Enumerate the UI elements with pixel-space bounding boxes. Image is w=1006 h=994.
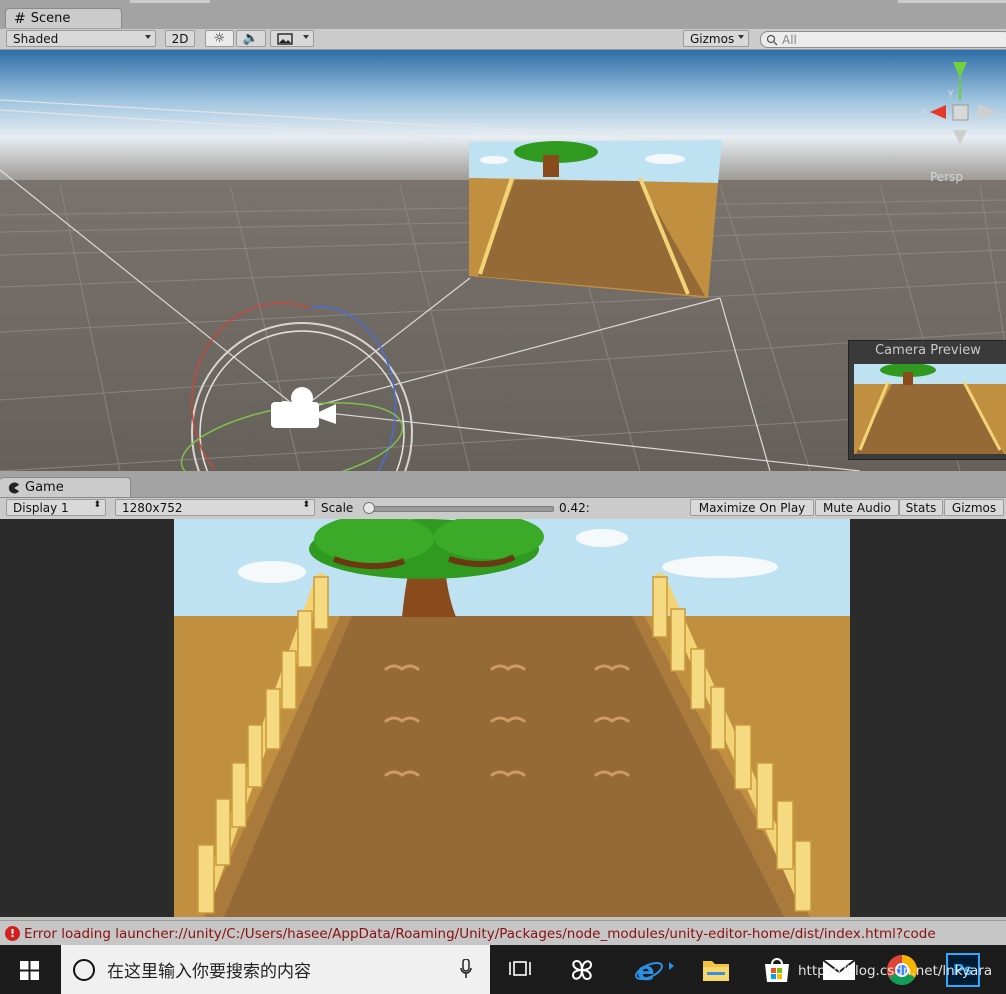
speaker-icon: 🔈	[242, 31, 260, 46]
axis-y-label: y	[948, 88, 954, 98]
camera-preview-image	[854, 364, 1006, 454]
microphone-icon[interactable]	[460, 959, 472, 979]
stats-toggle[interactable]: Stats	[899, 499, 943, 516]
mode-2d-toggle[interactable]: 2D	[165, 30, 195, 47]
file-explorer-icon[interactable]	[701, 957, 731, 983]
camera-preview-title: Camera Preview	[875, 343, 981, 358]
shading-mode-dropdown[interactable]: Shaded	[6, 30, 156, 47]
pacman-icon	[8, 482, 19, 493]
grid-icon: #	[14, 10, 26, 27]
maximize-label: Maximize On Play	[698, 500, 806, 515]
scene-viewport[interactable]: y x Persp Camera Preview	[0, 50, 1006, 471]
pinwheel-app-icon[interactable]	[567, 955, 597, 985]
csdn-watermark: https://blog.csdn.net/lnkyara	[798, 963, 993, 979]
display-dropdown[interactable]: Display 1 ⬍	[6, 499, 106, 516]
windows-start-icon[interactable]	[20, 961, 39, 980]
camera-preview-panel: Camera Preview	[848, 340, 1006, 460]
search-icon	[766, 34, 778, 45]
persp-label[interactable]: Persp	[930, 170, 963, 184]
internet-explorer-icon[interactable]: e	[634, 955, 664, 985]
chevron-down-icon	[738, 35, 744, 39]
scene-gizmos-dropdown[interactable]: Gizmos	[683, 30, 749, 47]
mode-2d-label: 2D	[171, 31, 189, 46]
scene-search-field[interactable]: All	[760, 31, 1006, 48]
search-placeholder: All	[782, 32, 797, 47]
error-icon: !	[5, 926, 20, 941]
maximize-on-play-toggle[interactable]: Maximize On Play	[690, 499, 814, 516]
windows-taskbar: 在这里输入你要搜索的内容 e Ps https://blog.csdn.net/…	[0, 945, 1006, 994]
scale-slider-thumb[interactable]	[363, 502, 375, 514]
scene-audio-toggle[interactable]: 🔈	[236, 30, 266, 47]
game-view[interactable]	[174, 519, 850, 917]
background-sprite	[469, 140, 722, 298]
game-gizmos-label: Gizmos	[951, 500, 997, 515]
tab-game-label: Game	[25, 480, 64, 495]
scale-label: Scale	[321, 501, 354, 515]
tab-scene[interactable]: # Scene	[5, 8, 122, 28]
chevron-right-icon	[669, 962, 674, 970]
task-view-icon[interactable]	[509, 959, 531, 979]
sun-icon: ☼	[213, 31, 226, 46]
scene-lighting-toggle[interactable]: ☼	[205, 30, 234, 47]
scale-slider-track[interactable]	[366, 506, 554, 512]
resolution-label: 1280x752	[122, 500, 183, 515]
chevron-down-icon	[303, 35, 309, 39]
scale-value: 0.42:	[559, 501, 590, 515]
tab-scene-label: Scene	[30, 11, 71, 26]
updown-icon: ⬍	[302, 500, 310, 510]
console-status-bar[interactable]: ! Error loading launcher://unity/C:/User…	[0, 920, 1006, 946]
tab-strip-edge-right	[898, 0, 1006, 3]
scene-toolbar: Shaded 2D ☼ 🔈 Gizmos All	[0, 29, 1006, 50]
tab-game[interactable]: Game	[0, 477, 131, 497]
updown-icon: ⬍	[93, 500, 101, 510]
error-message: Error loading launcher://unity/C:/Users/…	[24, 925, 936, 942]
gizmos-label: Gizmos	[690, 31, 735, 46]
scene-tab-bar: # Scene	[0, 0, 1006, 30]
image-icon	[277, 33, 293, 45]
store-icon[interactable]	[762, 955, 792, 983]
display-label: Display 1	[13, 500, 69, 515]
taskbar-search-placeholder: 在这里输入你要搜索的内容	[107, 962, 311, 982]
mute-label: Mute Audio	[823, 500, 891, 515]
mute-audio-toggle[interactable]: Mute Audio	[815, 499, 899, 516]
scene-effects-dropdown[interactable]	[270, 30, 314, 47]
game-tab-bar: Game	[0, 471, 1006, 498]
game-toolbar: Display 1 ⬍ 1280x752 ⬍ Scale 0.42: Maxim…	[0, 498, 1006, 520]
cortana-icon	[73, 958, 95, 981]
chevron-down-icon	[145, 35, 151, 39]
tab-strip-edge	[130, 0, 210, 3]
shading-mode-label: Shaded	[13, 31, 59, 46]
taskbar-search-box[interactable]: 在这里输入你要搜索的内容	[61, 945, 490, 994]
axis-x-label: x	[922, 107, 928, 117]
game-gizmos-toggle[interactable]: Gizmos	[944, 499, 1004, 516]
stats-label: Stats	[905, 500, 937, 515]
resolution-dropdown[interactable]: 1280x752 ⬍	[115, 499, 315, 516]
